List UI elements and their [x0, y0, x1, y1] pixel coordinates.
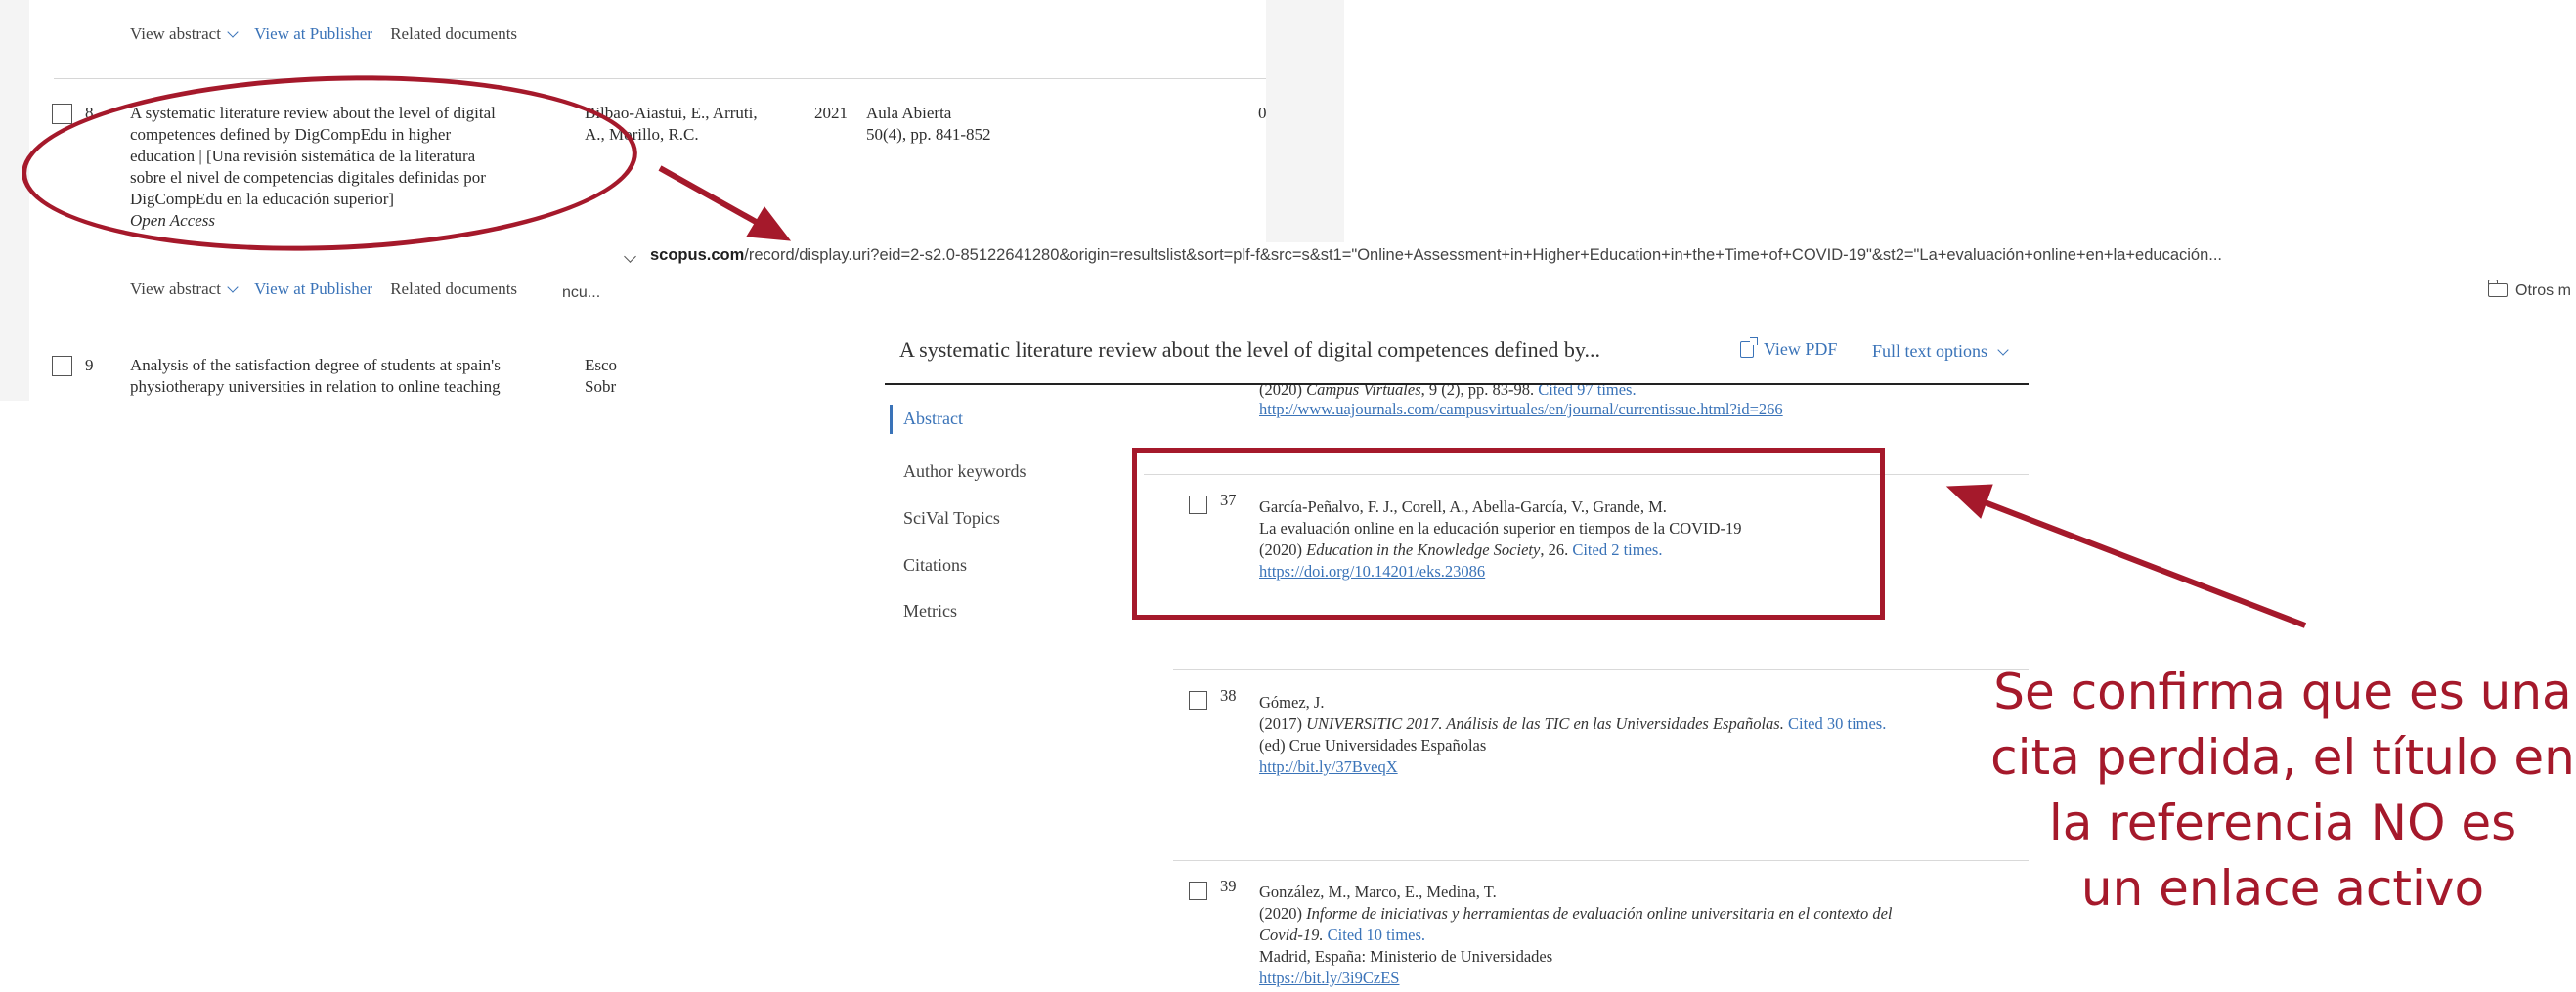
row9-title-line: physiotherapy universities in relation t… [130, 377, 501, 396]
reference-separator [1173, 860, 2029, 861]
sidebar-item-metrics[interactable]: Metrics [903, 601, 957, 622]
ref-journal: Campus Virtuales [1306, 385, 1421, 399]
sidebar-item-scival-topics[interactable]: SciVal Topics [903, 508, 1000, 529]
ref-year: (2017) [1259, 714, 1302, 733]
row9-authors-line: Sobr [585, 377, 617, 396]
cited-by-link[interactable]: Cited 10 times. [1328, 926, 1425, 944]
ref-year: (2020) [1259, 904, 1302, 923]
ref-title: UNIVERSITIC 2017. Análisis de las TIC en… [1306, 714, 1784, 733]
reference-checkbox[interactable] [1189, 691, 1207, 710]
url-text[interactable]: scopus.com/record/display.uri?eid=2-s2.0… [650, 246, 2222, 265]
document-title: A systematic literature review about the… [899, 337, 1600, 362]
sidebar-item-abstract[interactable]: Abstract [903, 409, 963, 429]
reference-line: (2020) Informe de iniciativas y herramie… [1259, 903, 1892, 925]
view-at-publisher-link[interactable]: View at Publisher [254, 24, 372, 43]
row8-source-line: 50(4), pp. 841-852 [866, 125, 991, 144]
view-abstract-link[interactable]: View abstract [130, 24, 221, 43]
reference-url-link[interactable]: http://www.uajournals.com/campusvirtuale… [1259, 399, 1783, 420]
full-text-options-label: Full text options [1872, 341, 1988, 361]
annotation-line: un enlace activo [2080, 860, 2485, 917]
folder-icon [2487, 280, 2508, 297]
reference-prev: (2020) Campus Virtuales, 9 (2), pp. 83-9… [1259, 385, 1783, 420]
ref-publisher: Madrid, España: Ministerio de Universida… [1259, 947, 1553, 966]
external-link-icon [1740, 337, 1758, 358]
ref-title: Covid-19. [1259, 926, 1324, 944]
ref-detail: , 9 (2), pp. 83-98. [1420, 385, 1535, 399]
row8-cited-by: 0 [1258, 104, 1267, 122]
view-pdf-button[interactable]: View PDF [1740, 337, 1838, 360]
view-at-publisher-link[interactable]: View at Publisher [254, 280, 372, 298]
row8-actions: View abstract View at Publisher Related … [130, 279, 517, 300]
sidebar-item-citations[interactable]: Citations [903, 555, 967, 576]
reference-url-link[interactable]: http://bit.ly/37BveqX [1259, 756, 1886, 778]
reference-url-link[interactable]: https://bit.ly/3i9CzES [1259, 968, 1892, 989]
related-documents-link[interactable]: Related documents [390, 24, 517, 43]
chevron-down-icon [227, 26, 239, 38]
active-indicator [890, 405, 893, 434]
row8-checkbox[interactable] [52, 104, 72, 124]
sidebar-item-author-keywords[interactable]: Author keywords [903, 461, 1026, 482]
results-gutter [0, 0, 29, 401]
row7-actions: View abstract View at Publisher Related … [130, 23, 517, 45]
reference-number: 38 [1220, 686, 1237, 705]
annotation-line: cita perdida, el título en [1990, 729, 2575, 786]
cited-by-link[interactable]: Cited 30 times. [1788, 714, 1886, 733]
other-bookmarks-label: Otros m [2515, 282, 2571, 299]
chevron-down-icon [1997, 344, 2009, 356]
row9-authors-line: Esco [585, 356, 618, 374]
annotation-line: Se confirma que es una [1993, 664, 2572, 720]
view-pdf-label: View PDF [1764, 339, 1838, 359]
cited-by-link[interactable]: Cited 97 times. [1538, 385, 1636, 399]
bookmark-item[interactable]: ncu... [562, 284, 600, 302]
reference-checkbox[interactable] [1189, 882, 1207, 900]
annotation-line: la referencia NO es [2048, 795, 2517, 851]
url-domain: scopus.com [650, 246, 745, 264]
row9-checkbox[interactable] [52, 356, 72, 376]
view-abstract-link[interactable]: View abstract [130, 280, 221, 298]
annotation-text: Se confirma que es una cita perdida, el … [1989, 660, 2576, 922]
reference-separator [1173, 669, 2029, 670]
reference-number: 39 [1220, 877, 1237, 895]
row9-title[interactable]: Analysis of the satisfaction degree of s… [130, 355, 501, 398]
row9-authors: Esco Sobr [585, 355, 617, 398]
chevron-down-icon [227, 281, 239, 293]
ref-authors: González, M., Marco, E., Medina, T. [1259, 883, 1497, 901]
other-bookmarks[interactable]: Otros m [2487, 280, 2571, 300]
ref-year: (2020) [1259, 385, 1302, 399]
row8-year: 2021 [814, 104, 848, 122]
reference-line: Covid-19. Cited 10 times. [1259, 925, 1892, 946]
row8-source-line: Aula Abierta [866, 104, 952, 122]
highlight-box [1132, 448, 1885, 620]
url-path: /record/display.uri?eid=2-s2.0-851226412… [744, 246, 2223, 264]
bookmarks-bar [528, 278, 2576, 305]
row9-number: 9 [85, 356, 94, 374]
row8-source[interactable]: Aula Abierta 50(4), pp. 841-852 [866, 103, 990, 146]
row-separator [54, 78, 1266, 79]
ref-authors: Gómez, J. [1259, 693, 1325, 712]
reference-39: González, M., Marco, E., Medina, T. (202… [1259, 882, 1892, 989]
related-documents-link[interactable]: Related documents [390, 280, 517, 298]
reference-38: Gómez, J. (2017) UNIVERSITIC 2017. Análi… [1259, 692, 1886, 778]
row9-title-line: Analysis of the satisfaction degree of s… [130, 356, 501, 374]
reference-line: (2020) Campus Virtuales, 9 (2), pp. 83-9… [1259, 385, 1783, 399]
ref-title: Informe de iniciativas y herramientas de… [1306, 904, 1893, 923]
ref-editor: (ed) Crue Universidades Españolas [1259, 736, 1487, 755]
full-text-options-button[interactable]: Full text options [1872, 341, 2013, 362]
reference-line: (2017) UNIVERSITIC 2017. Análisis de las… [1259, 713, 1886, 735]
